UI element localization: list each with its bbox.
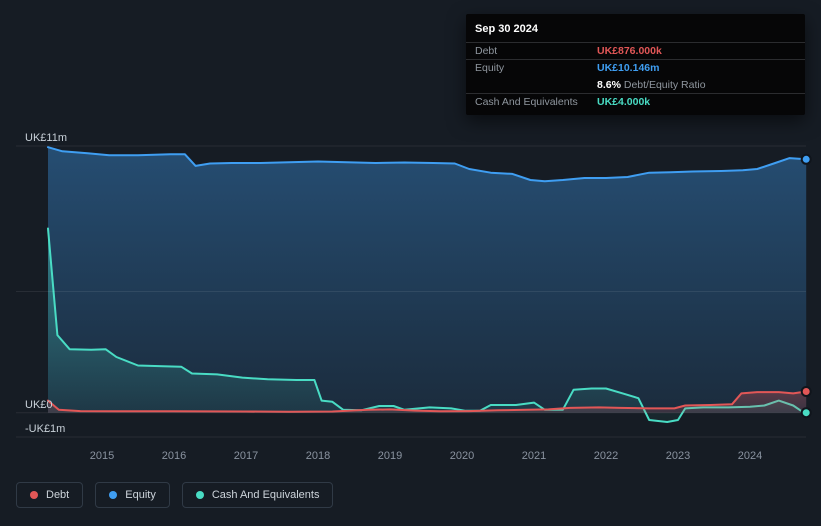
x-axis-label: 2020 — [450, 450, 474, 462]
tooltip-cash-label: Cash And Equivalents — [475, 96, 578, 108]
tooltip-ratio-value: 8.6% Debt/Equity Ratio — [597, 79, 796, 91]
debt-series-dot-icon — [30, 491, 38, 499]
tooltip-ratio-row: 8.6% Debt/Equity Ratio — [466, 76, 805, 93]
x-axis-label: 2016 — [162, 450, 186, 462]
x-axis-label: 2015 — [90, 450, 114, 462]
tooltip-cash-row: Cash And Equivalents UK£4.000k — [466, 93, 805, 110]
debt-equity-history-page: UK£11m UK£0 -UK£1m 2015 2016 2017 2018 2019 2020… — [0, 0, 821, 526]
legend-label-equity: Equity — [125, 489, 156, 501]
y-axis-label: UK£11m — [25, 132, 67, 144]
x-axis-label: 2024 — [738, 450, 762, 462]
chart-legend: Debt Equity Cash And Equivalents — [16, 482, 334, 508]
cash-and-equivalents-endpoint-dot — [800, 407, 812, 419]
x-axis-label: 2018 — [306, 450, 330, 462]
tooltip-debt-value: UK£876.000k — [597, 45, 662, 57]
legend-item-debt[interactable]: Debt — [16, 482, 84, 508]
y-axis-label: -UK£1m — [25, 423, 65, 435]
x-axis-label: 2019 — [378, 450, 402, 462]
legend-item-equity[interactable]: Equity — [95, 482, 170, 508]
x-axis-label: 2017 — [234, 450, 258, 462]
chart-tooltip: Sep 30 2024 Debt UK£876.000k Equity UK£1… — [466, 14, 805, 115]
tooltip-debt-row: Debt UK£876.000k — [466, 42, 805, 59]
legend-label-cash: Cash And Equivalents — [211, 489, 320, 501]
legend-label-debt: Debt — [46, 489, 70, 501]
x-axis-label: 2023 — [666, 450, 690, 462]
x-axis-label: 2022 — [594, 450, 618, 462]
tooltip-equity-row: Equity UK£10.146m — [466, 59, 805, 76]
legend-item-cash[interactable]: Cash And Equivalents — [181, 482, 334, 508]
tooltip-debt-label: Debt — [475, 45, 498, 57]
debt-endpoint-dot — [800, 386, 812, 397]
tooltip-cash-value: UK£4.000k — [597, 96, 651, 108]
tooltip-date: Sep 30 2024 — [475, 23, 538, 35]
tooltip-ratio-text: Debt/Equity Ratio — [623, 78, 706, 91]
tooltip-ratio-percent: 8.6% — [597, 78, 621, 91]
tooltip-equity-value: UK£10.146m — [597, 62, 660, 74]
tooltip-equity-label: Equity — [475, 62, 505, 74]
cash-series-dot-icon — [195, 491, 204, 499]
y-axis-label: UK£0 — [25, 399, 53, 411]
equity-endpoint-dot — [800, 153, 812, 165]
x-axis-label: 2021 — [522, 450, 546, 462]
equity-series-dot-icon — [109, 491, 118, 499]
